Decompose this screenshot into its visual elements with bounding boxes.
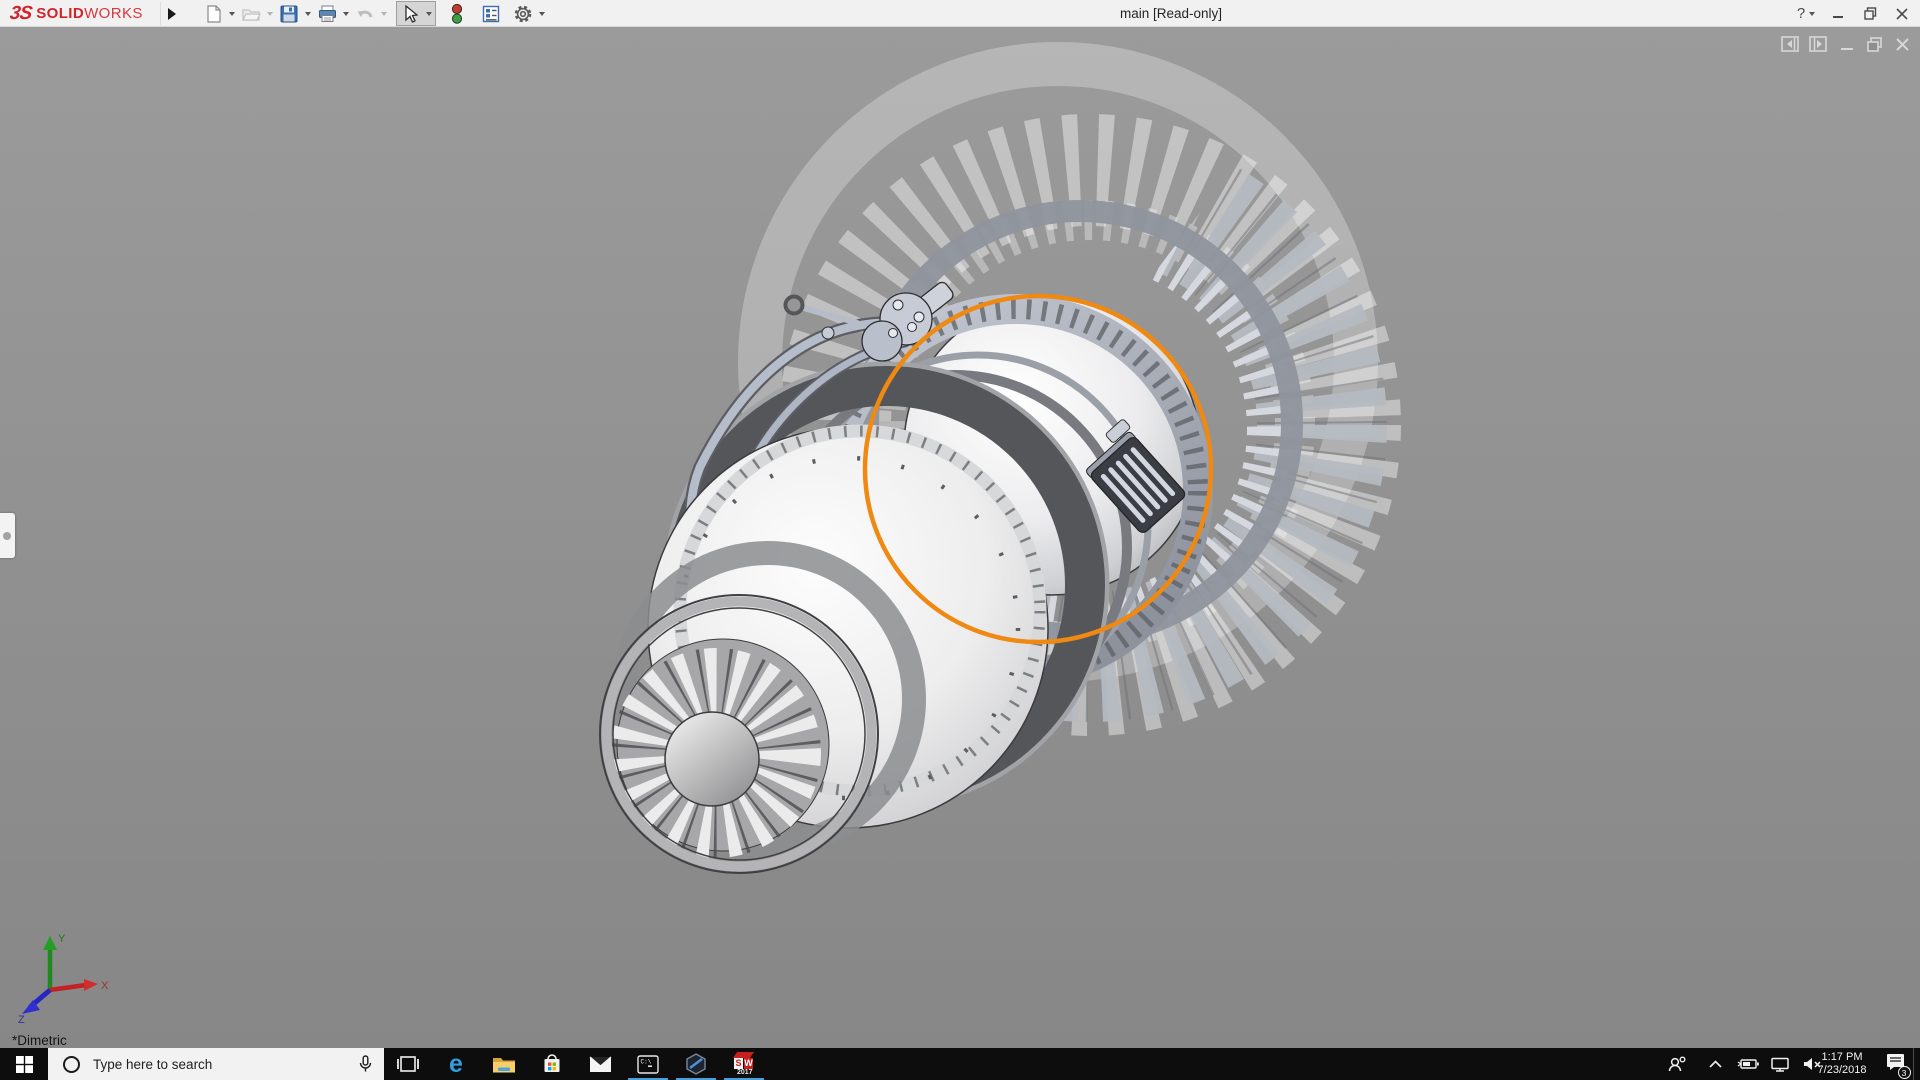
app-titlebar: 3S SOLID WORKS	[0, 0, 1920, 27]
taskbar-store-button[interactable]	[528, 1048, 576, 1080]
child-restore-button[interactable]	[1865, 36, 1884, 53]
file-properties-icon	[482, 5, 500, 23]
chevron-up-icon	[1709, 1060, 1722, 1068]
graphics-area[interactable]: Y X Z *Dimetric	[0, 27, 1920, 1048]
save-button[interactable]	[276, 1, 302, 26]
jet-engine-model	[0, 27, 1920, 1048]
new-document-dropdown[interactable]	[226, 1, 238, 26]
solidworks-logo: 3S SOLID WORKS	[10, 0, 143, 27]
svg-text:Z: Z	[18, 1014, 25, 1024]
taskbar-mail-button[interactable]	[576, 1048, 624, 1080]
close-button[interactable]	[1886, 0, 1918, 27]
select-button[interactable]	[397, 1, 423, 26]
child-window-controls	[1781, 36, 1912, 53]
help-button[interactable]: ?	[1790, 0, 1822, 27]
options-button[interactable]	[510, 1, 536, 26]
rebuild-button[interactable]	[444, 1, 470, 26]
task-view-button[interactable]	[384, 1048, 432, 1080]
tray-overflow-button[interactable]	[1702, 1048, 1728, 1080]
windows-taskbar: Type here to search e	[0, 1048, 1920, 1080]
select-dropdown[interactable]	[423, 1, 435, 26]
clock-date: 7/23/2018	[1810, 1064, 1874, 1077]
print-icon	[318, 5, 337, 22]
file-properties-button[interactable]	[478, 1, 504, 26]
menu-flyout-button[interactable]	[160, 2, 182, 25]
splitter-dot-icon	[3, 532, 11, 540]
open-button[interactable]	[238, 1, 264, 26]
show-desktop-button[interactable]	[1913, 1048, 1920, 1080]
taskbar-cmd-button[interactable]: C:\	[624, 1048, 672, 1080]
mail-icon	[589, 1056, 612, 1073]
document-title: main [Read-only]	[1120, 0, 1222, 27]
notification-badge: 3	[1898, 1066, 1911, 1079]
cursor-icon	[403, 5, 418, 23]
undo-icon	[356, 6, 375, 22]
flyout-arrow-icon	[168, 8, 176, 20]
taskbar-clock[interactable]: 1:17 PM 7/23/2018	[1810, 1048, 1874, 1080]
file-explorer-icon	[492, 1055, 516, 1074]
hexagon-app-icon	[685, 1053, 707, 1075]
command-prompt-icon: C:\	[637, 1055, 659, 1074]
ds-logo-mark: 3S	[8, 3, 32, 25]
undo-button[interactable]	[352, 1, 378, 26]
taskbar-edge-button[interactable]: e	[432, 1048, 480, 1080]
taskbar-cad-app-button[interactable]	[672, 1048, 720, 1080]
traffic-light-icon	[451, 4, 463, 24]
child-close-button[interactable]	[1893, 36, 1912, 53]
people-icon	[1667, 1055, 1687, 1073]
display-pane-right-button[interactable]	[1809, 36, 1828, 53]
ethernet-icon	[1770, 1057, 1790, 1072]
svg-text:Y: Y	[58, 933, 66, 945]
restore-button[interactable]	[1854, 0, 1886, 27]
minimize-icon	[1832, 8, 1844, 20]
action-center-button[interactable]: 3	[1880, 1048, 1910, 1080]
taskbar-file-explorer-button[interactable]	[480, 1048, 528, 1080]
cortana-icon	[63, 1056, 80, 1073]
clock-time: 1:17 PM	[1810, 1051, 1874, 1064]
taskbar-search-box[interactable]: Type here to search	[48, 1048, 384, 1080]
svg-text:X: X	[101, 980, 109, 992]
people-button[interactable]	[1662, 1048, 1692, 1080]
feature-manager-collapsed-tab[interactable]	[0, 513, 15, 558]
taskbar-solidworks-button[interactable]: S W 2017	[720, 1048, 768, 1080]
options-dropdown[interactable]	[536, 1, 548, 26]
open-folder-icon	[242, 6, 261, 22]
display-pane-left-button[interactable]	[1781, 36, 1800, 53]
print-dropdown[interactable]	[340, 1, 352, 26]
battery-charging-icon	[1737, 1058, 1759, 1070]
svg-text:C:\: C:\	[641, 1058, 652, 1065]
task-view-icon	[397, 1055, 419, 1073]
save-dropdown[interactable]	[302, 1, 314, 26]
restore-icon	[1864, 7, 1877, 20]
open-dropdown[interactable]	[264, 1, 276, 26]
windows-logo-icon	[16, 1056, 33, 1073]
save-floppy-icon	[280, 5, 298, 23]
view-orientation-label: *Dimetric	[12, 1033, 67, 1048]
new-document-button[interactable]	[200, 1, 226, 26]
triad-x-arrow	[84, 979, 98, 991]
start-button[interactable]	[0, 1048, 48, 1080]
close-icon	[1896, 8, 1908, 20]
microsoft-store-icon	[542, 1054, 562, 1074]
search-placeholder: Type here to search	[93, 1057, 212, 1072]
new-document-icon	[205, 5, 222, 23]
help-dropdown-arrow-icon	[1809, 12, 1815, 16]
child-minimize-button[interactable]	[1837, 36, 1856, 53]
orientation-triad: Y X Z	[14, 928, 110, 1024]
gear-icon	[513, 4, 533, 24]
select-tool-group	[396, 1, 436, 26]
microphone-icon	[359, 1055, 372, 1073]
print-button[interactable]	[314, 1, 340, 26]
minimize-button[interactable]	[1822, 0, 1854, 27]
undo-dropdown[interactable]	[378, 1, 390, 26]
network-button[interactable]	[1766, 1048, 1794, 1080]
edge-icon: e	[449, 1052, 463, 1077]
triad-y-arrow	[43, 936, 57, 950]
battery-button[interactable]	[1734, 1048, 1762, 1080]
solidworks-2017-icon: S W 2017	[731, 1051, 757, 1077]
